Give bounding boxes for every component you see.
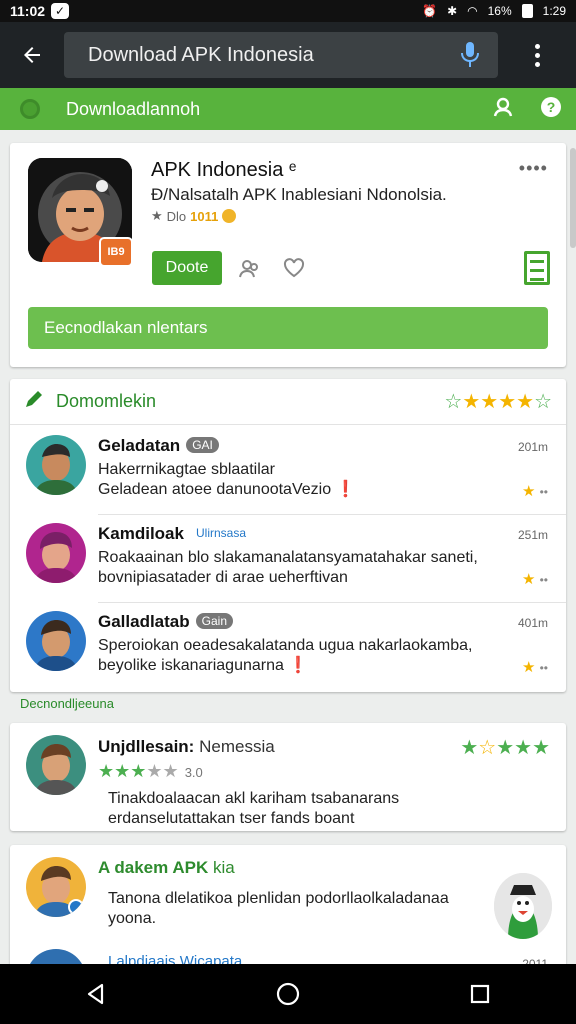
- review-item[interactable]: Galladlatab Gain 401m Speroiokan oeadesak…: [10, 602, 566, 690]
- review-item[interactable]: Geladatan GAI 201m Hakerrnikagtae sblaati…: [10, 426, 566, 514]
- app-title-text: APK Indonesia: [151, 159, 284, 181]
- avatar: [26, 735, 86, 795]
- system-nav-bar: [0, 964, 576, 1024]
- nav-back-icon[interactable]: [76, 974, 116, 1014]
- app-bar: [0, 22, 576, 88]
- search-input[interactable]: [88, 43, 456, 67]
- app-description: Đ/Nalsatalh APK lnablesiani Ndonolsia.: [151, 185, 447, 204]
- reviews-header: Domomlekin ☆★★★★☆: [10, 379, 566, 425]
- nav-recents-icon[interactable]: [460, 974, 500, 1014]
- avatar: [26, 611, 86, 671]
- bluetooth-icon: ✱: [447, 4, 458, 18]
- help-icon[interactable]: ?: [540, 96, 562, 123]
- account-icon[interactable]: [492, 96, 514, 123]
- avatar: [26, 435, 86, 495]
- mic-icon[interactable]: [456, 38, 484, 72]
- status-time: 11:02: [10, 3, 46, 19]
- review-text: Hakerrnikagtae sblaatilar Geladean atoee…: [98, 461, 356, 498]
- scrollbar[interactable]: [570, 148, 576, 248]
- search-box[interactable]: [64, 32, 498, 78]
- share-users-icon[interactable]: [239, 258, 261, 283]
- review-date: 401m: [517, 616, 548, 630]
- check-notification-icon: ✓: [51, 3, 70, 19]
- app-title: APK Indonesia ᵉ: [151, 159, 296, 182]
- avatar: [26, 857, 86, 917]
- review-author: Galladlatab Gain: [98, 612, 233, 632]
- featured-rating-count: 3.0: [184, 765, 203, 780]
- app-title-suffix: ᵉ: [288, 159, 297, 181]
- wifi-icon: ◠: [467, 4, 478, 18]
- review-item[interactable]: Kamdiloak Ulirnsasa 251m Roakaainan blo s…: [10, 514, 566, 602]
- pencil-icon[interactable]: [24, 389, 44, 414]
- wishlist-icon[interactable]: [283, 258, 305, 283]
- document-icon[interactable]: [524, 251, 550, 285]
- download-button[interactable]: Eecnodlakan nlentars: [28, 307, 548, 349]
- rating-stars: ☆★★★★☆: [444, 391, 552, 413]
- bottom-text: Tanona dlelatikoa plenlidan podorllaolka…: [108, 890, 449, 927]
- back-arrow-icon[interactable]: [0, 22, 64, 88]
- review-tag: GAI: [186, 437, 219, 453]
- review-author: Geladatan GAI: [98, 436, 219, 456]
- app-detail-card: IB9 APK Indonesia ᵉ •••• Đ/Nalsatalh APK…: [10, 143, 566, 367]
- review-date: 201m: [517, 440, 548, 454]
- review-author: Kamdiloak Ulirnsasa: [98, 524, 252, 544]
- battery-percent: 16%: [487, 4, 512, 18]
- review-date: 251m: [517, 528, 548, 542]
- featured-text: Tinakdoalaacan akl kariham tsabanarans e…: [108, 790, 400, 827]
- mascot-icon: [494, 873, 552, 939]
- meta-hot: 1011: [190, 208, 219, 224]
- featured-stars: ★☆★★★: [460, 737, 550, 759]
- bottom-author: A dakem APK kia: [98, 858, 235, 877]
- sub-toolbar-title: Downloadlannoh: [66, 98, 201, 119]
- nav-home-icon[interactable]: [268, 974, 308, 1014]
- review-text: Speroiokan oeadesakalatanda ugua nakarla…: [98, 637, 473, 674]
- review-tag: Gain: [195, 613, 233, 629]
- card-menu-icon[interactable]: ••••: [519, 158, 548, 179]
- featured-rating: ★★★★★ 3.0: [98, 761, 203, 781]
- avatar: [26, 523, 86, 583]
- svg-text:?: ?: [547, 99, 556, 115]
- review-star-icon: ★ ••: [521, 571, 548, 588]
- divider: [98, 602, 566, 603]
- reviews-title: Domomlekin: [56, 391, 157, 411]
- status-bar: 11:02 ✓ ⏰ ✱ ◠ 16% 1:29: [0, 0, 576, 22]
- status-icons: ⏰ ✱ ◠ 16% 1:29: [422, 4, 566, 18]
- review-star-icon: ★ ••: [521, 483, 548, 500]
- alarm-icon: ⏰: [422, 4, 438, 18]
- section-label: Decnondljeeuna: [20, 696, 114, 711]
- app-badge: IB9: [99, 237, 133, 267]
- star-icon: ★: [151, 208, 163, 223]
- battery-icon: [521, 4, 533, 18]
- meta-label: Dlo: [166, 208, 187, 224]
- status-right-time: 1:29: [542, 4, 566, 18]
- reviews-card: Domomlekin ☆★★★★☆ Geladatan GAI 201m Hake…: [10, 379, 566, 692]
- open-button[interactable]: Doote: [152, 251, 222, 285]
- featured-review-card[interactable]: Unjdllesain: Nemessia ★☆★★★ ★★★★★ 3.0 Tin…: [10, 723, 566, 831]
- featured-author: Unjdllesain: Nemessia: [98, 737, 275, 756]
- more-vert-icon[interactable]: [498, 22, 576, 88]
- coin-icon: [222, 209, 237, 223]
- bottom-review-card[interactable]: A dakem APK kia Tanona dlelatikoa plenli…: [10, 845, 566, 979]
- app-logo-icon: [20, 99, 40, 119]
- sub-toolbar: Downloadlannoh ?: [0, 88, 576, 130]
- divider: [98, 514, 566, 515]
- app-meta: ★ Dlo 1011: [151, 208, 237, 224]
- review-star-icon: ★ ••: [521, 659, 548, 676]
- review-tag: Ulirnsasa: [195, 526, 246, 540]
- review-text: Roakaainan blo slakamanalatansyamatahaka…: [98, 549, 478, 586]
